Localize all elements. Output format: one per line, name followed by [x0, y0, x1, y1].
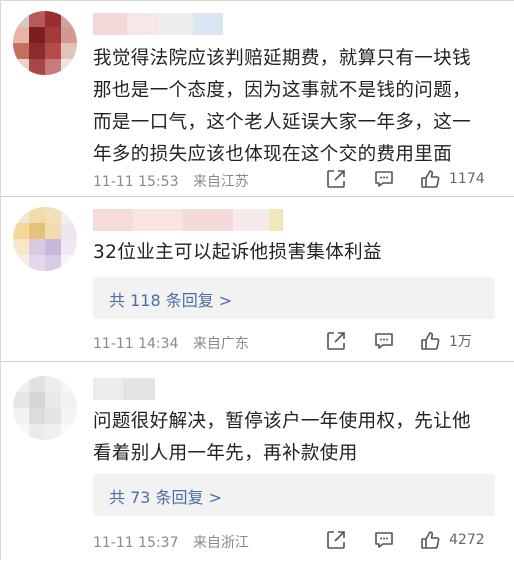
reply-count-link[interactable]: 共 118 条回复 >	[109, 287, 232, 311]
comment-item: 我觉得法院应该判赔延期费，就算只有一块钱 那也是一个态度，因为这事就不是钱的问题…	[1, 1, 514, 197]
reply-count-link[interactable]: 共 73 条回复 >	[109, 484, 222, 508]
username-blurred[interactable]	[93, 378, 155, 400]
share-button[interactable]	[325, 166, 347, 192]
comment-actions: 1万	[325, 328, 514, 354]
reply-button[interactable]	[373, 328, 395, 354]
comment-text-line: 我觉得法院应该判赔延期费，就算只有一块钱	[93, 48, 472, 69]
comment-text-line: 那也是一个态度，因为这事就不是钱的问题，	[93, 80, 472, 101]
share-icon	[325, 330, 347, 352]
share-icon	[325, 168, 347, 190]
username-blurred[interactable]	[93, 13, 223, 35]
comment-icon	[373, 168, 395, 190]
comment-location: 来自江苏	[192, 174, 249, 190]
comment-meta: 11-11 15:37 来自浙江	[93, 532, 259, 552]
comment-meta: 11-11 14:34 来自广东	[93, 333, 259, 353]
comment-time: 11-11 15:53	[93, 174, 179, 190]
comment-time: 11-11 15:37	[93, 535, 179, 551]
avatar[interactable]	[13, 11, 77, 75]
share-button[interactable]	[325, 527, 347, 553]
comment-icon	[373, 529, 395, 551]
comment-meta: 11-11 15:53 来自江苏	[93, 171, 259, 191]
comment-text-line: 而是一口气，这个老人延误大家一年多，这一	[93, 112, 472, 133]
comment-location: 来自浙江	[192, 535, 249, 551]
comment-text-line: 问题很好解决，暂停该户一年使用权，先让他	[93, 411, 472, 432]
username-blurred[interactable]	[93, 209, 283, 231]
reply-button[interactable]	[373, 527, 395, 553]
like-button[interactable]: 1174	[419, 166, 485, 192]
avatar[interactable]	[13, 207, 77, 271]
comment-text: 我觉得法院应该判赔延期费，就算只有一块钱 那也是一个态度，因为这事就不是钱的问题…	[93, 43, 503, 171]
reply-button[interactable]	[373, 166, 395, 192]
comment-icon	[373, 330, 395, 352]
like-icon	[419, 529, 441, 551]
like-button[interactable]: 1万	[419, 328, 472, 354]
comment-text-line: 32位业主可以起诉他损害集体利益	[93, 242, 382, 263]
comment-text-line: 看着别人用一年先，再补款使用	[93, 443, 358, 464]
like-count: 1万	[449, 334, 472, 350]
comment-actions: 4272	[325, 527, 514, 553]
comment-item: 32位业主可以起诉他损害集体利益 共 118 条回复 > 11-11 14:34…	[1, 197, 514, 362]
replies-link[interactable]: 共 118 条回复 >	[93, 277, 495, 319]
comment-actions: 1174	[325, 166, 514, 192]
comment-time: 11-11 14:34	[93, 336, 179, 352]
comment-text: 问题很好解决，暂停该户一年使用权，先让他 看着别人用一年先，再补款使用	[93, 406, 503, 470]
like-count: 1174	[449, 171, 485, 187]
like-count: 4272	[449, 532, 485, 548]
share-button[interactable]	[325, 328, 347, 354]
replies-link[interactable]: 共 73 条回复 >	[93, 474, 495, 516]
comment-location: 来自广东	[192, 336, 249, 352]
share-icon	[325, 529, 347, 551]
avatar[interactable]	[13, 376, 77, 440]
like-button[interactable]: 4272	[419, 527, 485, 553]
comment-item: 问题很好解决，暂停该户一年使用权，先让他 看着别人用一年先，再补款使用 共 73…	[1, 362, 514, 561]
comment-list: 我觉得法院应该判赔延期费，就算只有一块钱 那也是一个态度，因为这事就不是钱的问题…	[0, 0, 514, 561]
like-icon	[419, 168, 441, 190]
like-icon	[419, 330, 441, 352]
comment-text: 32位业主可以起诉他损害集体利益	[93, 237, 503, 269]
